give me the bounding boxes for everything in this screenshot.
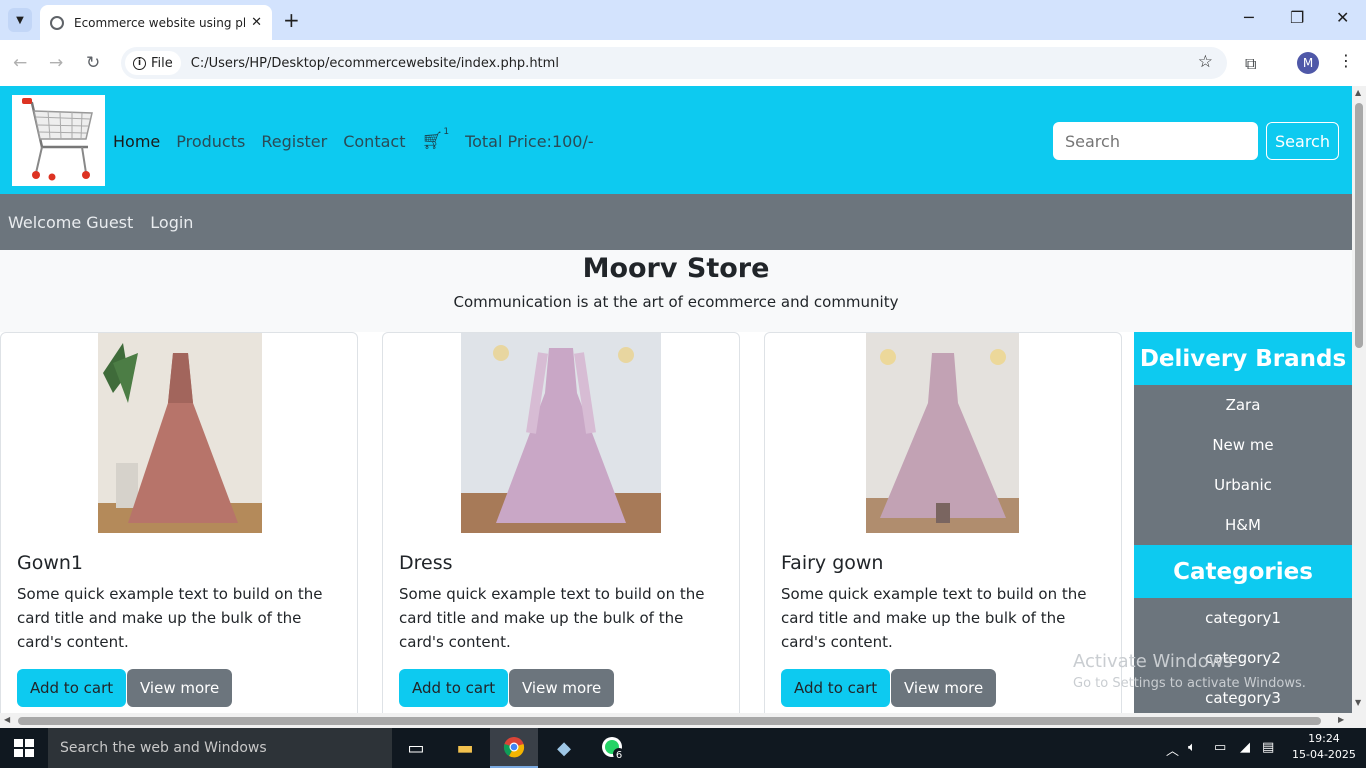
watermark-title: Activate Windows bbox=[1073, 651, 1233, 672]
add-to-cart-button[interactable]: Add to cart bbox=[781, 669, 891, 707]
reload-icon[interactable]: ↻ bbox=[86, 53, 100, 73]
windows-start-icon[interactable] bbox=[14, 739, 34, 757]
brand-item[interactable]: H&M bbox=[1134, 505, 1352, 545]
product-image[interactable] bbox=[98, 333, 262, 533]
windows-taskbar: Search the web and Windows ▭ ▬ ◆ 6 ︿ 🔈︎ … bbox=[0, 728, 1366, 768]
product-description: Some quick example text to build on the … bbox=[17, 585, 323, 651]
clock-time: 19:24 bbox=[1308, 732, 1340, 745]
add-to-cart-button[interactable]: Add to cart bbox=[399, 669, 509, 707]
browser-tab-strip: ▼ Ecommerce website using php ✕ + ─ ❐ ✕ bbox=[0, 0, 1366, 40]
user-bar: Welcome Guest Login bbox=[0, 194, 1352, 250]
search-button[interactable]: Search bbox=[1266, 122, 1339, 160]
site-navbar: Home Products Register Contact 🛒︎ 1 Total… bbox=[0, 86, 1352, 194]
restore-icon[interactable]: ❐ bbox=[1290, 8, 1304, 27]
volume-icon[interactable]: 🔈︎ bbox=[1188, 740, 1196, 755]
app-icon[interactable]: ◆ bbox=[540, 728, 588, 768]
product-description: Some quick example text to build on the … bbox=[399, 585, 705, 651]
product-title: Fairy gown bbox=[781, 552, 884, 574]
scheme-label: File bbox=[151, 55, 173, 71]
product-description: Some quick example text to build on the … bbox=[781, 585, 1087, 651]
globe-icon bbox=[50, 15, 64, 30]
brand-item[interactable]: Zara bbox=[1134, 385, 1352, 425]
brand-item[interactable]: New me bbox=[1134, 425, 1352, 465]
total-price: Total Price:100/- bbox=[465, 131, 594, 151]
cart-link[interactable]: 🛒︎ 1 bbox=[421, 127, 449, 151]
horizontal-scrollbar[interactable]: ◀ ▶ bbox=[0, 713, 1366, 728]
nav-register[interactable]: Register bbox=[261, 132, 327, 151]
tray-chevron-icon[interactable]: ︿ bbox=[1166, 740, 1179, 759]
bookmark-star-icon[interactable]: ☆ bbox=[1198, 52, 1213, 72]
scroll-right-icon[interactable]: ▶ bbox=[1338, 715, 1344, 724]
task-view-icon[interactable]: ▭ bbox=[392, 728, 440, 768]
product-card: Gown1 Some quick example text to build o… bbox=[0, 332, 358, 713]
taskbar-search[interactable]: Search the web and Windows bbox=[48, 728, 392, 768]
scroll-up-icon[interactable]: ▲ bbox=[1355, 88, 1361, 97]
page-viewport: Home Products Register Contact 🛒︎ 1 Total… bbox=[0, 86, 1352, 713]
url-text[interactable]: C:/Users/HP/Desktop/ecommercewebsite/ind… bbox=[191, 56, 559, 71]
address-toolbar: ← → ↻ i File C:/Users/HP/Desktop/ecommer… bbox=[0, 40, 1366, 86]
cart-count: 1 bbox=[443, 127, 450, 137]
taskbar-clock[interactable]: 19:24 15-04-2025 bbox=[1292, 731, 1356, 763]
info-icon: i bbox=[133, 56, 146, 70]
vertical-scrollbar[interactable]: ▲ ▼ bbox=[1352, 86, 1366, 713]
welcome-text: Welcome Guest bbox=[8, 212, 134, 232]
product-image[interactable] bbox=[461, 333, 661, 533]
omnibox[interactable]: i File C:/Users/HP/Desktop/ecommercewebs… bbox=[121, 47, 1227, 79]
cart-icon: 🛒︎ bbox=[421, 131, 444, 151]
brand-item[interactable]: Urbanic bbox=[1134, 465, 1352, 505]
browser-tab[interactable]: Ecommerce website using php ✕ bbox=[40, 5, 272, 40]
scroll-down-icon[interactable]: ▼ bbox=[1355, 698, 1361, 707]
chrome-icon[interactable] bbox=[490, 728, 538, 768]
view-more-button[interactable]: View more bbox=[891, 669, 997, 707]
profile-avatar[interactable]: M bbox=[1297, 52, 1319, 74]
nav-links: Home Products Register Contact 🛒︎ 1 Total… bbox=[113, 127, 594, 151]
activate-windows-watermark: Activate Windows Go to Settings to activ… bbox=[1073, 651, 1306, 691]
tab-search-dropdown-icon[interactable]: ▼ bbox=[8, 8, 32, 32]
nav-contact[interactable]: Contact bbox=[343, 132, 405, 151]
close-window-icon[interactable]: ✕ bbox=[1336, 8, 1349, 27]
store-subtitle: Communication is at the art of ecommerce… bbox=[453, 293, 899, 311]
notifications-icon[interactable]: ▤ bbox=[1262, 740, 1274, 755]
scroll-left-icon[interactable]: ◀ bbox=[4, 715, 10, 724]
categories-heading: Categories bbox=[1134, 545, 1352, 598]
product-title: Dress bbox=[399, 552, 453, 574]
tab-title: Ecommerce website using php bbox=[74, 15, 246, 30]
view-more-button[interactable]: View more bbox=[509, 669, 615, 707]
product-card: Dress Some quick example text to build o… bbox=[382, 332, 740, 713]
shopping-cart-logo[interactable] bbox=[12, 95, 105, 186]
close-tab-icon[interactable]: ✕ bbox=[251, 15, 262, 30]
login-link[interactable]: Login bbox=[150, 213, 193, 232]
store-header: Moorv Store Communication is at the art … bbox=[0, 250, 1352, 332]
menu-icon[interactable]: ⋮ bbox=[1338, 51, 1354, 70]
nav-home[interactable]: Home bbox=[113, 132, 160, 151]
minimize-icon[interactable]: ─ bbox=[1244, 8, 1254, 27]
add-to-cart-button[interactable]: Add to cart bbox=[17, 669, 127, 707]
new-tab-icon[interactable]: + bbox=[283, 8, 300, 32]
watermark-subtitle: Go to Settings to activate Windows. bbox=[1073, 676, 1306, 691]
horizontal-scroll-thumb[interactable] bbox=[18, 717, 1321, 725]
vertical-scroll-thumb[interactable] bbox=[1355, 103, 1363, 348]
product-card: Fairy gown Some quick example text to bu… bbox=[764, 332, 1122, 713]
site-info-chip[interactable]: i File bbox=[125, 51, 181, 75]
product-image[interactable] bbox=[866, 333, 1019, 533]
view-more-button[interactable]: View more bbox=[127, 669, 233, 707]
category-item[interactable]: category1 bbox=[1134, 598, 1352, 638]
back-icon[interactable]: ← bbox=[13, 53, 27, 73]
clock-date: 15-04-2025 bbox=[1292, 748, 1356, 761]
store-title: Moorv Store bbox=[582, 253, 770, 284]
delivery-brands-heading: Delivery Brands bbox=[1134, 332, 1352, 385]
product-title: Gown1 bbox=[17, 552, 84, 574]
search-input[interactable] bbox=[1053, 122, 1258, 160]
whatsapp-icon[interactable]: 6 bbox=[589, 728, 637, 768]
network-icon[interactable]: ◢ bbox=[1240, 740, 1250, 755]
forward-icon[interactable]: → bbox=[49, 53, 63, 73]
nav-products[interactable]: Products bbox=[176, 132, 245, 151]
extensions-icon[interactable]: ⧉ bbox=[1245, 54, 1256, 74]
whatsapp-badge: 6 bbox=[616, 750, 622, 761]
battery-icon[interactable]: ▭ bbox=[1214, 740, 1226, 755]
file-explorer-icon[interactable]: ▬ bbox=[441, 728, 489, 768]
